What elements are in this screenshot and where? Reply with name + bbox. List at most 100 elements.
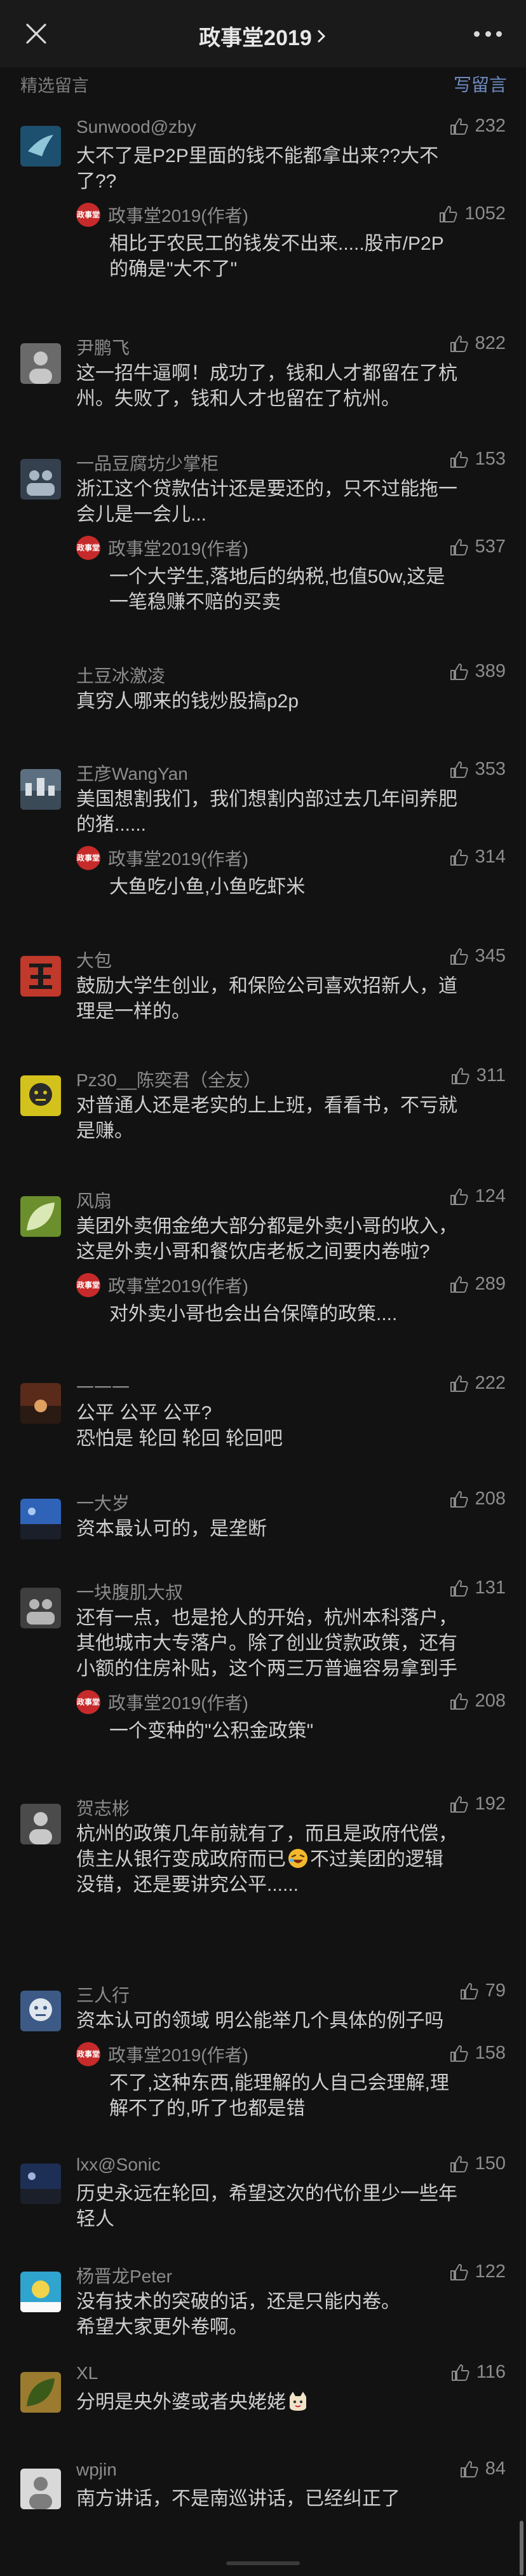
comment-nickname[interactable]: XL: [76, 2363, 98, 2383]
author-reply-text: 一个大学生,落地后的纳税,也值50w,这是 一笔稳赚不赔的买卖: [109, 564, 506, 615]
comment-text-segment: 南方讲话，不是南巡讲话，已经纠正了: [76, 2488, 400, 2509]
comment-text-segment: 美团外卖佣金绝大部分都是外卖小哥的收入，: [76, 1216, 457, 1237]
account-title-link[interactable]: 政事堂2019: [199, 20, 327, 51]
comment-nickname[interactable]: lxx@Sonic: [76, 2155, 161, 2175]
author-reply-text: 一个变种的"公积金政策": [109, 1719, 506, 1744]
user-avatar[interactable]: [20, 769, 61, 810]
author-reply-line: 一个大学生,落地后的纳税,也值50w,这是: [109, 566, 445, 587]
user-avatar[interactable]: [20, 2372, 61, 2413]
user-avatar[interactable]: [20, 956, 61, 997]
like-button[interactable]: 389: [448, 661, 506, 682]
user-avatar[interactable]: [20, 343, 61, 384]
reply-like-button[interactable]: 289: [448, 1274, 506, 1295]
comment-text: 还有一点，也是抢人的开始，杭州本科落户， 其他城市大专落户。除了创业贷款政策，还有…: [76, 1605, 506, 1682]
author-reply-line: 一个变种的"公积金政策": [109, 1721, 314, 1741]
user-avatar[interactable]: [20, 1196, 61, 1237]
comment-nickname[interactable]: 一块腹肌大叔: [76, 1579, 183, 1604]
comment-text-segment: 是赚。: [76, 1121, 133, 1141]
comment-nickname[interactable]: 土豆冰激凌: [76, 662, 165, 688]
like-button[interactable]: 353: [448, 759, 506, 780]
comment-nickname[interactable]: 一一一: [76, 1374, 130, 1400]
user-avatar[interactable]: [20, 2272, 61, 2312]
comment-text-line: 这一招牛逼啊！成功了，钱和人才都留在了杭: [76, 361, 506, 386]
like-button[interactable]: 131: [448, 1578, 506, 1598]
like-button[interactable]: 345: [448, 946, 506, 967]
reply-like-button[interactable]: 1052: [438, 203, 506, 224]
user-avatar[interactable]: [20, 126, 61, 167]
comment-nickname[interactable]: 王彦WangYan: [76, 760, 188, 786]
user-avatar[interactable]: [20, 1075, 61, 1116]
thumbs-up-icon: [459, 1981, 479, 2001]
comment-text: 对普通人还是老实的上上班，看看书，不亏就 是赚。: [76, 1093, 506, 1144]
comment-nickname[interactable]: 一品豆腐坊少掌柜: [76, 450, 219, 475]
comment-text: 资本最认可的，是垄断: [76, 1516, 506, 1542]
like-button[interactable]: 192: [448, 1794, 506, 1815]
like-button[interactable]: 79: [459, 1980, 506, 2001]
reply-like-button[interactable]: 158: [448, 2043, 506, 2064]
comment-nickname[interactable]: 三人行: [76, 1982, 130, 2007]
comment-nickname[interactable]: 尹鹏飞: [76, 334, 130, 360]
comment-nickname[interactable]: Sunwood@zby: [76, 117, 196, 137]
reply-like-button[interactable]: 314: [448, 847, 506, 868]
like-button[interactable]: 822: [448, 333, 506, 354]
thumbs-up-icon: [448, 1691, 469, 1712]
like-button[interactable]: 84: [459, 2458, 506, 2479]
author-reply-name: 政事堂2019(作者): [108, 1276, 248, 1296]
close-icon[interactable]: [24, 22, 48, 46]
user-avatar[interactable]: [20, 2164, 61, 2204]
comment-text-line: 美团外卖佣金绝大部分都是外卖小哥的收入，: [76, 1214, 506, 1239]
reply-like-count: 289: [475, 1274, 506, 1294]
user-avatar[interactable]: [20, 1991, 61, 2031]
comment-text-segment: 杭州的政策几年前就有了，而且是政府代偿，: [76, 1823, 457, 1844]
user-avatar[interactable]: [20, 459, 61, 500]
comment-nickname[interactable]: 杨晋龙Peter: [76, 2263, 172, 2288]
comment-text-segment: 会儿是一会儿...: [76, 504, 207, 525]
user-avatar[interactable]: [20, 1588, 61, 1628]
comment-nickname[interactable]: 大包: [76, 947, 112, 972]
comment-nickname[interactable]: wpjin: [76, 2460, 117, 2480]
author-avatar-text: 政事堂: [76, 210, 100, 219]
user-avatar[interactable]: [20, 1383, 61, 1424]
comment-text-segment: 公平 公平 公平?: [76, 1403, 212, 1424]
like-button[interactable]: 153: [448, 449, 506, 470]
user-avatar[interactable]: [20, 1804, 61, 1844]
comment-text: 公平 公平 公平? 恐怕是 轮回 轮回 轮回吧: [76, 1401, 506, 1452]
scrollbar[interactable]: [520, 2521, 523, 2575]
like-button[interactable]: 122: [448, 2261, 506, 2282]
like-button[interactable]: 116: [450, 2362, 506, 2383]
comment-text-line: 债主从银行变成政府而已 不过美团的逻辑: [76, 1847, 506, 1872]
author-avatar: 政事堂: [76, 2042, 100, 2066]
reply-like-button[interactable]: 208: [448, 1691, 506, 1712]
comment-nickname[interactable]: 风扇: [76, 1187, 112, 1213]
comment-text-segment: 理是一样的。: [76, 1001, 191, 1022]
author-avatar: 政事堂: [76, 203, 100, 227]
like-button[interactable]: 124: [448, 1186, 506, 1207]
like-count: 84: [485, 2458, 506, 2479]
comment-nickname[interactable]: 一大岁: [76, 1490, 130, 1515]
like-count: 79: [485, 1980, 506, 2001]
user-avatar[interactable]: [20, 2469, 61, 2509]
like-button[interactable]: 232: [448, 116, 506, 137]
like-count: 131: [475, 1578, 506, 1598]
comment-text: 资本认可的领域 明公能举几个具体的例子吗: [76, 2008, 506, 2034]
reply-like-count: 1052: [464, 203, 506, 224]
write-comment-link[interactable]: 写留言: [454, 71, 507, 97]
like-count: 345: [475, 946, 506, 966]
comment-text-segment: 历史永远在轮回，希望这次的代价里少一些年: [76, 2183, 457, 2204]
comment-text-line: 美国想割我们，我们想割内部过去几年间养肥: [76, 787, 506, 812]
comment-nickname[interactable]: 贺志彬: [76, 1795, 130, 1820]
like-button[interactable]: 222: [448, 1373, 506, 1394]
like-button[interactable]: 208: [448, 1489, 506, 1509]
thumbs-up-icon: [448, 1274, 469, 1295]
like-count: 192: [475, 1794, 506, 1814]
reply-like-button[interactable]: 537: [448, 536, 506, 557]
thumbs-up-icon: [448, 847, 469, 868]
comment-text-line: 鼓励大学生创业，和保险公司喜欢招新人，道: [76, 974, 506, 999]
comment-text-segment: 轻人: [76, 2209, 114, 2230]
comment-nickname[interactable]: Pz30__陈奕君（全友）: [76, 1067, 261, 1092]
thumbs-up-icon: [448, 662, 469, 682]
more-dots-icon[interactable]: [474, 27, 502, 41]
user-avatar[interactable]: [20, 1499, 61, 1539]
like-button[interactable]: 150: [448, 2153, 506, 2174]
like-button[interactable]: 311: [450, 1065, 506, 1086]
